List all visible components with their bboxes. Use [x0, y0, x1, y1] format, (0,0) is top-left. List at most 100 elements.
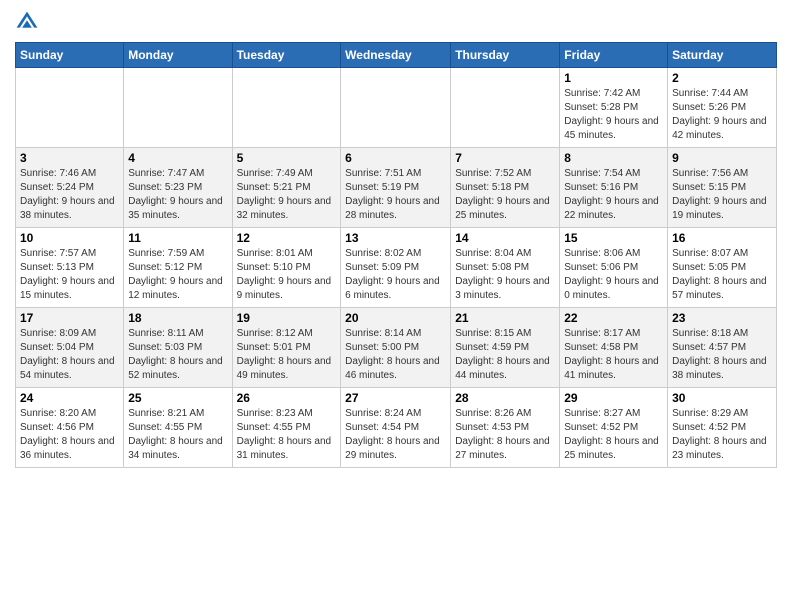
calendar: SundayMondayTuesdayWednesdayThursdayFrid… [15, 42, 777, 468]
calendar-header-saturday: Saturday [668, 43, 777, 68]
calendar-cell: 27 Sunrise: 8:24 AM Sunset: 4:54 PM Dayli… [341, 388, 451, 468]
day-info: Sunrise: 7:49 AM Sunset: 5:21 PM Dayligh… [237, 167, 337, 223]
calendar-week-4: 17 Sunrise: 8:09 AM Sunset: 5:04 PM Dayli… [16, 308, 777, 388]
day-info: Sunrise: 7:52 AM Sunset: 5:18 PM Dayligh… [455, 167, 555, 223]
day-info: Sunrise: 8:06 AM Sunset: 5:06 PM Dayligh… [564, 247, 663, 303]
calendar-header-wednesday: Wednesday [341, 43, 451, 68]
calendar-cell: 15 Sunrise: 8:06 AM Sunset: 5:06 PM Dayli… [560, 228, 668, 308]
day-number: 14 [455, 231, 555, 245]
day-info: Sunrise: 8:07 AM Sunset: 5:05 PM Dayligh… [672, 247, 772, 303]
calendar-week-1: 1 Sunrise: 7:42 AM Sunset: 5:28 PM Daylig… [16, 68, 777, 148]
day-number: 1 [564, 71, 663, 85]
calendar-header-row: SundayMondayTuesdayWednesdayThursdayFrid… [16, 43, 777, 68]
day-number: 26 [237, 391, 337, 405]
calendar-header-sunday: Sunday [16, 43, 124, 68]
day-info: Sunrise: 7:57 AM Sunset: 5:13 PM Dayligh… [20, 247, 119, 303]
day-number: 21 [455, 311, 555, 325]
calendar-cell: 16Sunrise: 8:07 AM Sunset: 5:05 PM Dayli… [668, 228, 777, 308]
day-number: 9 [672, 151, 772, 165]
day-info: Sunrise: 8:09 AM Sunset: 5:04 PM Dayligh… [20, 327, 119, 383]
day-number: 28 [455, 391, 555, 405]
day-info: Sunrise: 8:27 AM Sunset: 4:52 PM Dayligh… [564, 407, 663, 463]
calendar-cell [124, 68, 232, 148]
day-number: 10 [20, 231, 119, 245]
day-number: 30 [672, 391, 772, 405]
calendar-cell: 18Sunrise: 8:11 AM Sunset: 5:03 PM Dayli… [124, 308, 232, 388]
day-info: Sunrise: 8:21 AM Sunset: 4:55 PM Dayligh… [128, 407, 227, 463]
calendar-cell: 10 Sunrise: 7:57 AM Sunset: 5:13 PM Dayli… [16, 228, 124, 308]
day-number: 18 [128, 311, 227, 325]
calendar-cell: 25 Sunrise: 8:21 AM Sunset: 4:55 PM Dayli… [124, 388, 232, 468]
day-number: 11 [128, 231, 227, 245]
day-info: Sunrise: 7:46 AM Sunset: 5:24 PM Dayligh… [20, 167, 119, 223]
day-info: Sunrise: 7:42 AM Sunset: 5:28 PM Dayligh… [564, 87, 663, 143]
calendar-cell: 17 Sunrise: 8:09 AM Sunset: 5:04 PM Dayli… [16, 308, 124, 388]
calendar-cell [451, 68, 560, 148]
day-info: Sunrise: 8:14 AM Sunset: 5:00 PM Dayligh… [345, 327, 446, 383]
day-info: Sunrise: 7:56 AM Sunset: 5:15 PM Dayligh… [672, 167, 772, 223]
calendar-cell: 5 Sunrise: 7:49 AM Sunset: 5:21 PM Daylig… [232, 148, 341, 228]
calendar-cell: 21 Sunrise: 8:15 AM Sunset: 4:59 PM Dayli… [451, 308, 560, 388]
day-info: Sunrise: 7:47 AM Sunset: 5:23 PM Dayligh… [128, 167, 227, 223]
calendar-cell: 2 Sunrise: 7:44 AM Sunset: 5:26 PM Daylig… [668, 68, 777, 148]
day-number: 19 [237, 311, 337, 325]
day-info: Sunrise: 7:44 AM Sunset: 5:26 PM Dayligh… [672, 87, 772, 143]
day-info: Sunrise: 8:26 AM Sunset: 4:53 PM Dayligh… [455, 407, 555, 463]
calendar-cell: 19Sunrise: 8:12 AM Sunset: 5:01 PM Dayli… [232, 308, 341, 388]
day-number: 20 [345, 311, 446, 325]
calendar-cell: 9 Sunrise: 7:56 AM Sunset: 5:15 PM Daylig… [668, 148, 777, 228]
day-number: 5 [237, 151, 337, 165]
day-number: 24 [20, 391, 119, 405]
calendar-cell: 20 Sunrise: 8:14 AM Sunset: 5:00 PM Dayli… [341, 308, 451, 388]
calendar-week-3: 10 Sunrise: 7:57 AM Sunset: 5:13 PM Dayli… [16, 228, 777, 308]
calendar-cell: 11 Sunrise: 7:59 AM Sunset: 5:12 PM Dayli… [124, 228, 232, 308]
day-info: Sunrise: 8:15 AM Sunset: 4:59 PM Dayligh… [455, 327, 555, 383]
day-info: Sunrise: 8:18 AM Sunset: 4:57 PM Dayligh… [672, 327, 772, 383]
calendar-week-5: 24 Sunrise: 8:20 AM Sunset: 4:56 PM Dayli… [16, 388, 777, 468]
day-info: Sunrise: 8:20 AM Sunset: 4:56 PM Dayligh… [20, 407, 119, 463]
calendar-cell: 8Sunrise: 7:54 AM Sunset: 5:16 PM Daylig… [560, 148, 668, 228]
calendar-cell [16, 68, 124, 148]
logo [15, 10, 43, 34]
day-number: 17 [20, 311, 119, 325]
day-number: 3 [20, 151, 119, 165]
day-number: 27 [345, 391, 446, 405]
day-info: Sunrise: 8:24 AM Sunset: 4:54 PM Dayligh… [345, 407, 446, 463]
calendar-cell: 23 Sunrise: 8:18 AM Sunset: 4:57 PM Dayli… [668, 308, 777, 388]
calendar-header-thursday: Thursday [451, 43, 560, 68]
calendar-cell: 30 Sunrise: 8:29 AM Sunset: 4:52 PM Dayli… [668, 388, 777, 468]
calendar-cell: 29 Sunrise: 8:27 AM Sunset: 4:52 PM Dayli… [560, 388, 668, 468]
calendar-cell: 13 Sunrise: 8:02 AM Sunset: 5:09 PM Dayli… [341, 228, 451, 308]
calendar-cell: 4Sunrise: 7:47 AM Sunset: 5:23 PM Daylig… [124, 148, 232, 228]
calendar-cell: 7Sunrise: 7:52 AM Sunset: 5:18 PM Daylig… [451, 148, 560, 228]
calendar-cell [232, 68, 341, 148]
day-number: 6 [345, 151, 446, 165]
day-info: Sunrise: 8:04 AM Sunset: 5:08 PM Dayligh… [455, 247, 555, 303]
calendar-week-2: 3 Sunrise: 7:46 AM Sunset: 5:24 PM Daylig… [16, 148, 777, 228]
calendar-header-friday: Friday [560, 43, 668, 68]
day-info: Sunrise: 7:59 AM Sunset: 5:12 PM Dayligh… [128, 247, 227, 303]
day-info: Sunrise: 8:02 AM Sunset: 5:09 PM Dayligh… [345, 247, 446, 303]
day-info: Sunrise: 7:51 AM Sunset: 5:19 PM Dayligh… [345, 167, 446, 223]
calendar-cell: 6 Sunrise: 7:51 AM Sunset: 5:19 PM Daylig… [341, 148, 451, 228]
calendar-cell [341, 68, 451, 148]
calendar-cell: 28 Sunrise: 8:26 AM Sunset: 4:53 PM Dayli… [451, 388, 560, 468]
day-number: 8 [564, 151, 663, 165]
calendar-header-monday: Monday [124, 43, 232, 68]
day-info: Sunrise: 8:23 AM Sunset: 4:55 PM Dayligh… [237, 407, 337, 463]
day-number: 22 [564, 311, 663, 325]
day-number: 15 [564, 231, 663, 245]
calendar-header-tuesday: Tuesday [232, 43, 341, 68]
day-number: 2 [672, 71, 772, 85]
day-number: 13 [345, 231, 446, 245]
calendar-cell: 24 Sunrise: 8:20 AM Sunset: 4:56 PM Dayli… [16, 388, 124, 468]
calendar-cell: 22Sunrise: 8:17 AM Sunset: 4:58 PM Dayli… [560, 308, 668, 388]
day-info: Sunrise: 8:29 AM Sunset: 4:52 PM Dayligh… [672, 407, 772, 463]
logo-icon [15, 10, 39, 34]
day-number: 25 [128, 391, 227, 405]
day-number: 12 [237, 231, 337, 245]
page-container: SundayMondayTuesdayWednesdayThursdayFrid… [0, 0, 792, 478]
day-number: 29 [564, 391, 663, 405]
day-number: 23 [672, 311, 772, 325]
calendar-cell: 3 Sunrise: 7:46 AM Sunset: 5:24 PM Daylig… [16, 148, 124, 228]
